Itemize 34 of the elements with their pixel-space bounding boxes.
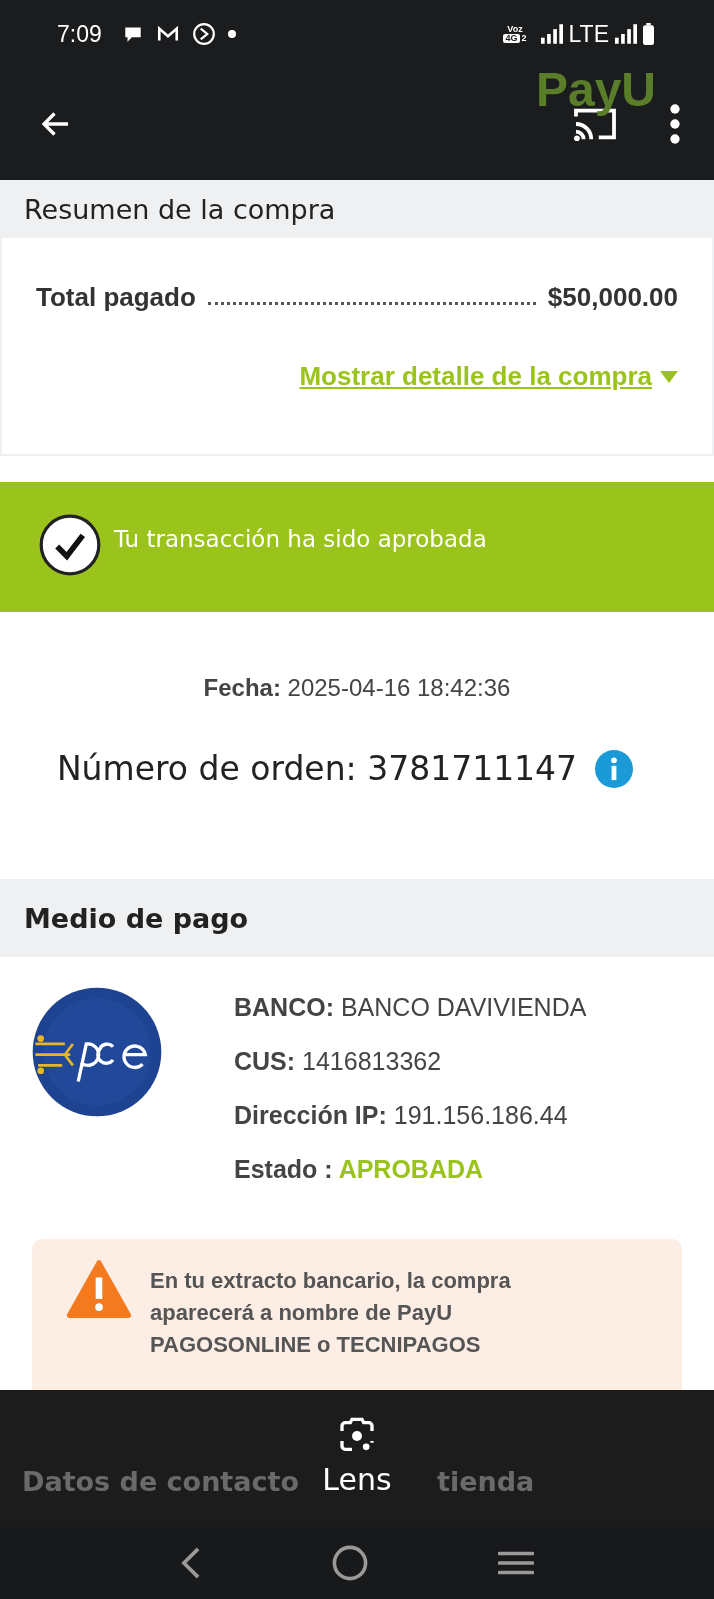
section-header: Resumen de la compra	[0, 180, 714, 238]
play-circle-icon	[191, 22, 216, 46]
section-title: tienda	[436, 1466, 535, 1497]
order-date: Fecha: 2025-04-16 18:42:36	[202, 674, 512, 702]
total-label: Total pagado	[36, 282, 196, 313]
mail-icon	[155, 24, 180, 44]
back-icon[interactable]	[180, 1546, 202, 1580]
signal-icon	[615, 23, 637, 45]
menu-icon[interactable]	[498, 1550, 534, 1576]
info-icon[interactable]	[595, 749, 634, 788]
warning-icon	[66, 1259, 132, 1319]
banner-message: Tu transacción ha sido aprobada	[114, 526, 487, 552]
detail-link[interactable]: Mostrar detalle de la compra	[299, 361, 652, 392]
lens-label: Lens	[322, 1462, 392, 1497]
payment-field: CUS: 1416813362	[234, 1047, 587, 1076]
network-type: LTE	[568, 20, 609, 48]
section-title: Datos de contacto	[22, 1466, 299, 1497]
payment-field: Dirección IP: 191.156.186.44	[234, 1101, 587, 1130]
home-icon[interactable]	[332, 1545, 368, 1581]
total-value: $50,000.00	[547, 282, 678, 313]
section-header: Medio de pago	[0, 879, 714, 957]
logo: PayU	[535, 62, 656, 117]
more-options-icon[interactable]	[670, 104, 680, 144]
payment-field: BANCO: BANCO DAVIVIENDA	[234, 993, 587, 1022]
battery-icon	[643, 23, 654, 45]
order-number: Número de orden: 3781711147	[56, 749, 578, 788]
signal-icon	[540, 23, 563, 45]
payment-field: Estado : APROBADA	[234, 1155, 587, 1184]
warning-text: En tu extracto bancario, la compra aparecerá a nombre de PayU PAGOSONLINE o TECNIPAGOS	[150, 1267, 512, 1359]
check-circle-icon	[38, 513, 102, 577]
clock: 7:09	[57, 20, 102, 48]
network-badge: Voz 4G 2	[503, 25, 527, 43]
dot-icon	[227, 30, 236, 38]
payment-logo-icon	[30, 985, 164, 1119]
